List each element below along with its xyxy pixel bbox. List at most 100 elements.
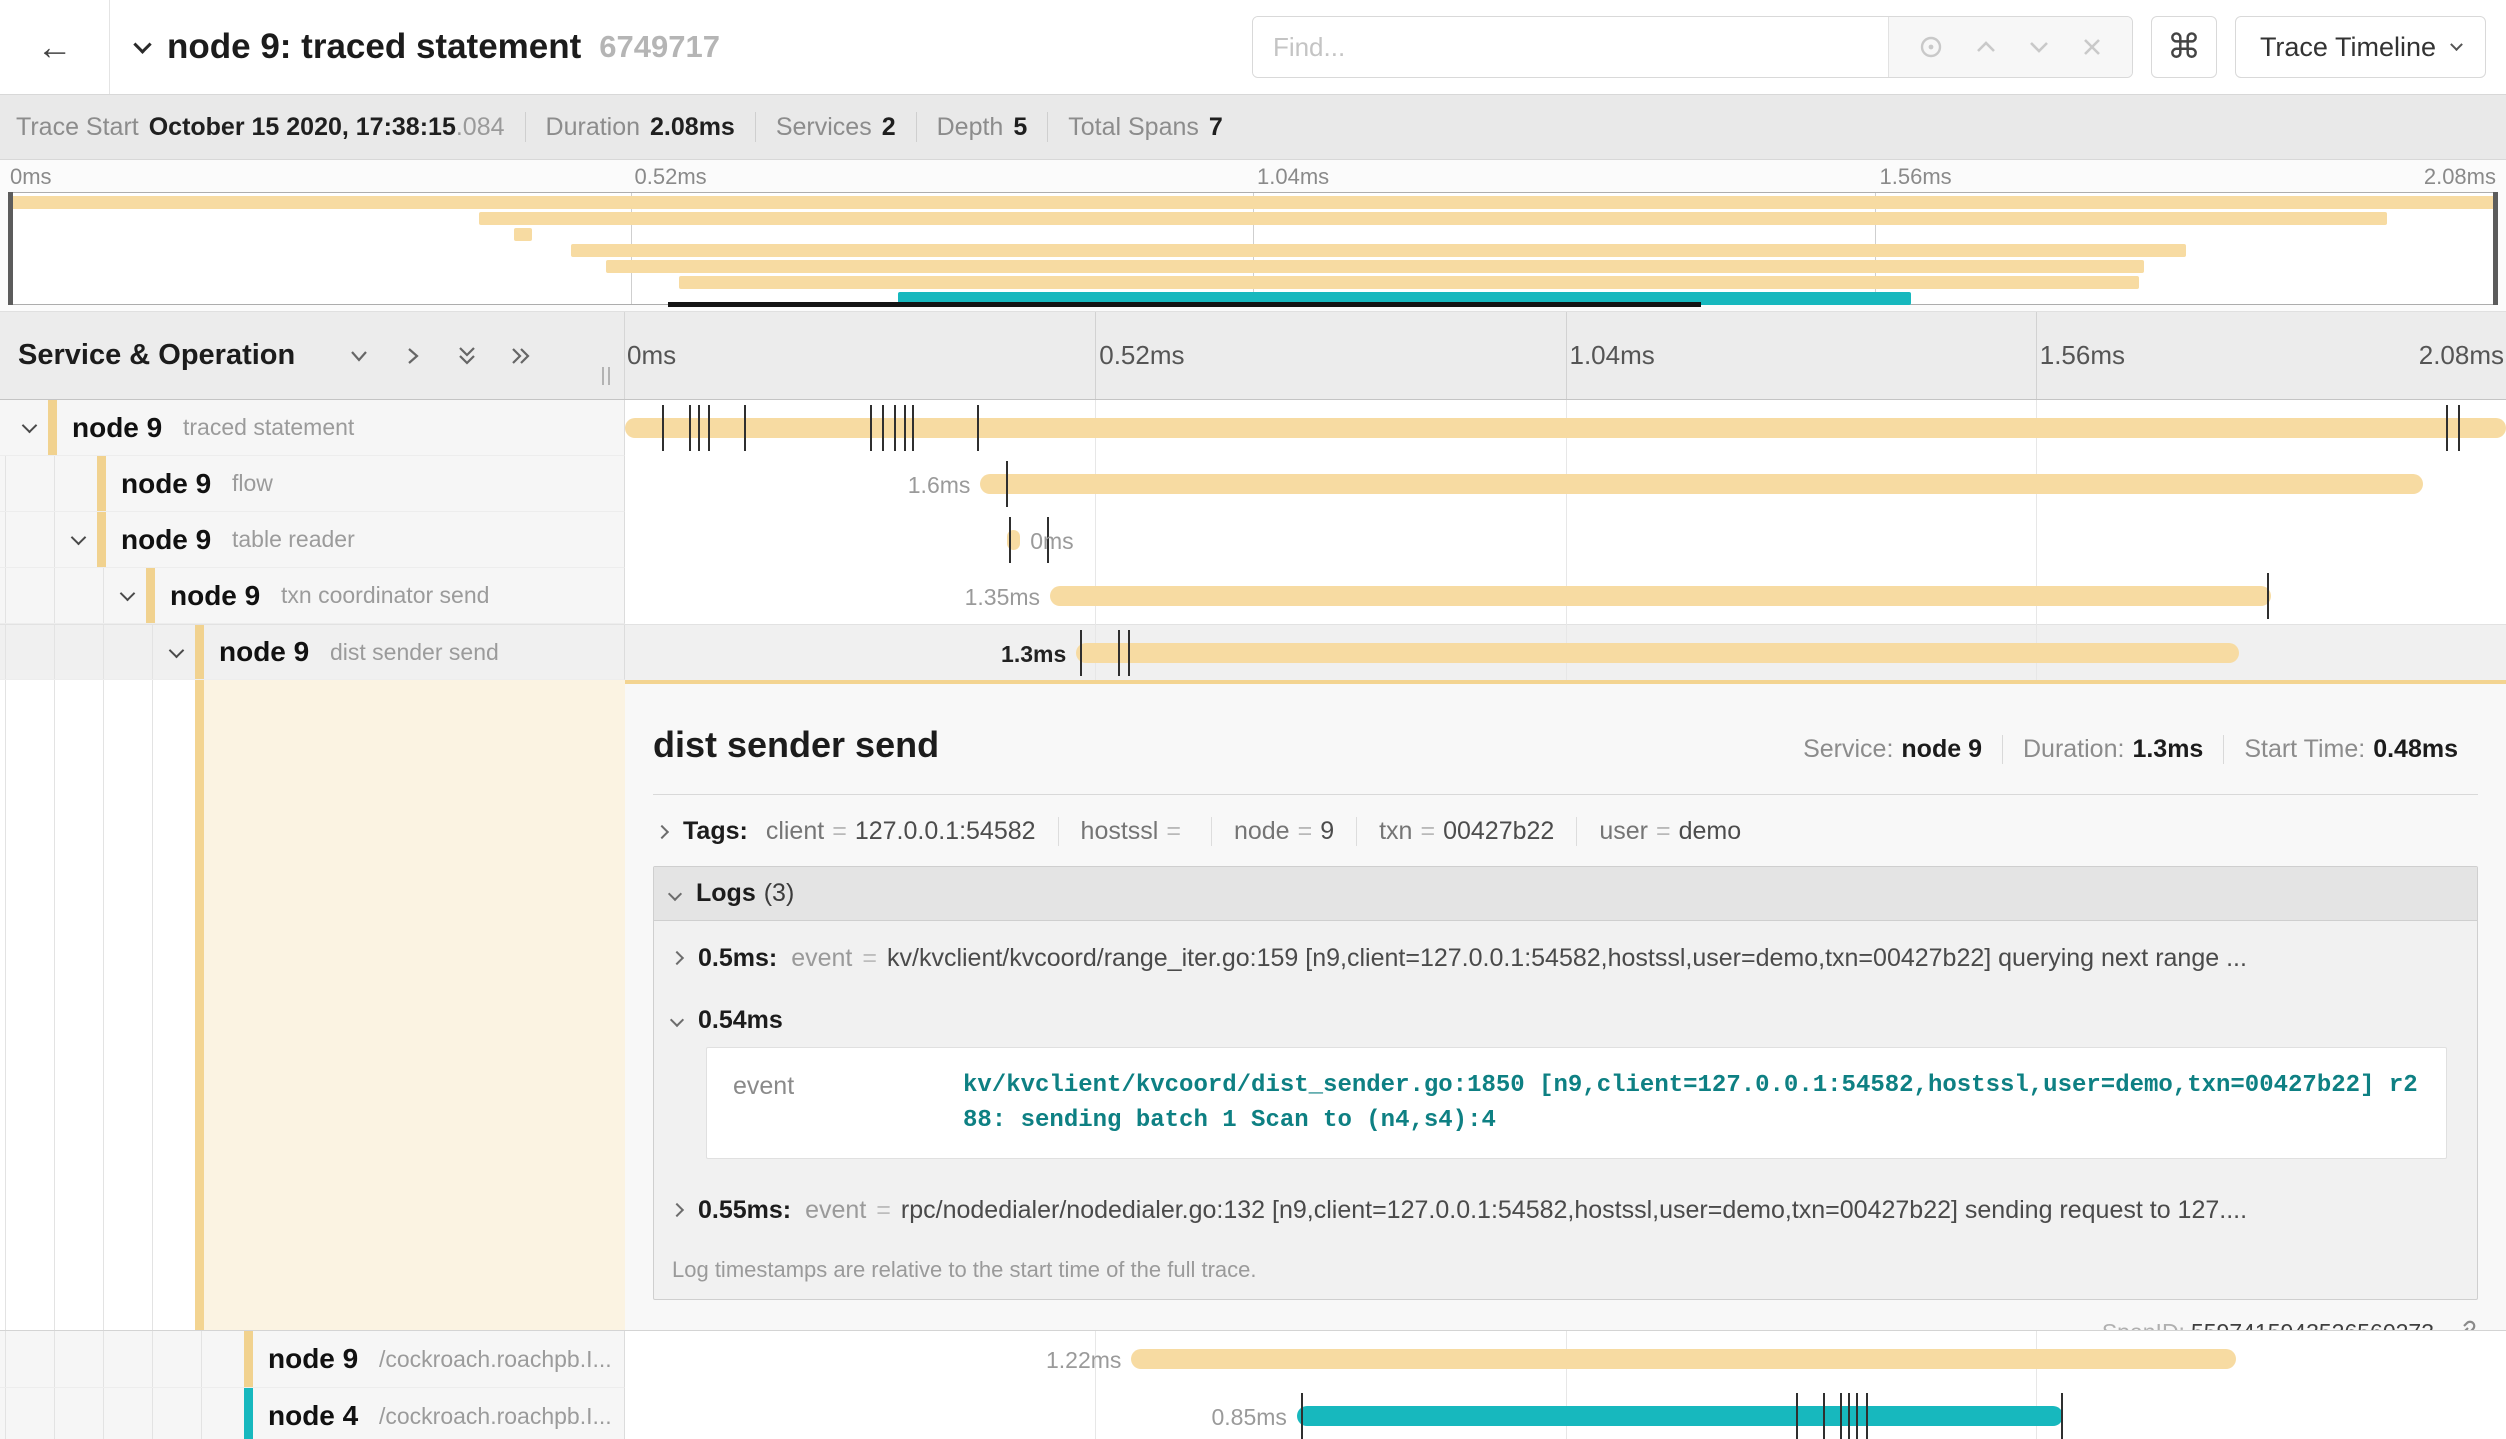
chevron-down-icon[interactable] <box>22 418 38 434</box>
total-spans-label: Total Spans <box>1068 113 1199 142</box>
span-name-cell[interactable]: node 9flow <box>0 456 625 512</box>
span-name-cell[interactable]: node 9txn coordinator send <box>0 568 625 624</box>
span-bar[interactable] <box>1297 1406 2063 1426</box>
log-marker-tick <box>1118 630 1120 676</box>
chevron-right-icon <box>670 1203 684 1217</box>
span-row[interactable]: node 9/cockroach.roachpb.I...1.22ms <box>0 1331 2506 1388</box>
tag-item[interactable]: node=9 <box>1211 817 1356 846</box>
log-entry[interactable]: 0.5ms:event=kv/kvclient/kvcoord/range_it… <box>654 921 2477 995</box>
column-resizer-grip[interactable] <box>602 367 610 385</box>
span-name-cell[interactable]: node 9dist sender send <box>0 625 625 680</box>
span-operation-name: traced statement <box>183 414 354 441</box>
chevron-down-icon[interactable] <box>169 642 185 658</box>
span-row[interactable]: node 4/cockroach.roachpb.I...0.85ms <box>0 1388 2506 1439</box>
span-timeline-cell[interactable]: 1.22ms <box>625 1331 2506 1388</box>
indent-guide <box>54 568 55 623</box>
span-row[interactable]: node 9txn coordinator send 1.35ms <box>0 568 2506 624</box>
log-marker-tick <box>698 405 700 451</box>
span-row[interactable]: node 9flow1.6ms <box>0 456 2506 512</box>
span-bar[interactable] <box>625 418 2506 438</box>
log-key-value-table: eventkv/kvclient/kvcoord/dist_sender.go:… <box>706 1047 2447 1159</box>
chevron-down-icon[interactable] <box>71 530 87 546</box>
span-timeline-cell[interactable]: 0.85ms <box>625 1388 2506 1439</box>
find-input[interactable] <box>1253 17 1888 77</box>
span-service-name: node 9 <box>170 580 260 612</box>
services-label: Services <box>776 113 872 142</box>
back-button[interactable]: ← <box>0 0 110 94</box>
span-timeline-cell[interactable]: 0ms <box>625 512 2506 568</box>
tag-item[interactable]: txn=00427b22 <box>1356 817 1576 846</box>
axis-tick: 2.08ms <box>2419 340 2504 371</box>
expand-all-icon[interactable] <box>507 342 535 370</box>
copy-link-icon[interactable] <box>2450 1318 2478 1330</box>
span-detail-meta: Service:node 9 Duration:1.3ms Start Time… <box>1783 735 2478 764</box>
trace-title-group: node 9: traced statement 6749717 <box>110 27 1252 67</box>
span-bar[interactable] <box>1076 643 2239 663</box>
logs-count: (3) <box>764 879 795 908</box>
minimap-right-drag-handle[interactable] <box>2493 192 2498 305</box>
log-marker-tick <box>1848 1393 1850 1439</box>
page-title: node 9: traced statement <box>167 27 581 67</box>
span-row[interactable]: node 9table reader0ms <box>0 512 2506 568</box>
span-row[interactable]: node 9traced statement <box>0 400 2506 456</box>
indent-guide <box>54 625 55 679</box>
span-bar[interactable] <box>980 474 2422 494</box>
log-timestamp: 0.55ms: <box>698 1196 791 1225</box>
minimap-canvas[interactable] <box>8 192 2498 305</box>
indent-guide <box>5 1388 6 1439</box>
clear-find-icon[interactable] <box>2079 34 2105 60</box>
minimap-row <box>9 243 2497 259</box>
log-marker-tick <box>1006 461 1008 507</box>
span-operation-name: /cockroach.roachpb.I... <box>379 1403 612 1430</box>
services-value: 2 <box>882 113 896 142</box>
indent-guide <box>103 1388 104 1439</box>
tags-row[interactable]: Tags: client=127.0.0.1:54582hostssl=node… <box>653 795 2478 866</box>
chevron-down-icon[interactable] <box>120 586 136 602</box>
tag-value: 127.0.0.1:54582 <box>855 817 1036 845</box>
prev-match-icon[interactable] <box>1972 33 2000 61</box>
span-bar[interactable] <box>1050 586 2271 606</box>
log-marker-tick <box>1128 630 1130 676</box>
span-row[interactable]: node 9dist sender send1.3ms <box>0 624 2506 680</box>
indent-guide <box>5 512 6 567</box>
depth-label: Depth <box>937 113 1004 142</box>
indent-guide <box>54 456 55 511</box>
logs-list: 0.5ms:event=kv/kvclient/kvcoord/range_it… <box>654 921 2477 1247</box>
span-timeline-cell[interactable]: 1.35ms <box>625 568 2506 624</box>
expand-one-icon[interactable] <box>399 342 427 370</box>
log-entry[interactable]: 0.55ms:event=rpc/nodedialer/nodedialer.g… <box>654 1173 2477 1247</box>
collapse-all-icon[interactable] <box>453 342 481 370</box>
span-duration-label: 1.35ms <box>965 584 1040 611</box>
trace-view-selector-button[interactable]: Trace Timeline <box>2235 16 2486 78</box>
span-timeline-cell[interactable] <box>625 400 2506 456</box>
span-table-header: Service & Operation 0ms 0.52ms 1.04ms 1.… <box>0 312 2506 400</box>
minimap-left-drag-handle[interactable] <box>8 192 13 305</box>
log-marker-tick <box>689 405 691 451</box>
span-name-cell[interactable]: node 9traced statement <box>0 400 625 456</box>
span-timeline-cell[interactable]: 1.3ms <box>625 625 2506 680</box>
log-field-key: event <box>791 944 852 973</box>
locate-icon[interactable] <box>1916 32 1946 62</box>
span-bar[interactable] <box>1131 1349 2235 1369</box>
collapse-one-icon[interactable] <box>345 342 373 370</box>
axis-gridline <box>2036 312 2037 399</box>
log-marker-tick <box>1796 1393 1798 1439</box>
span-name-cell[interactable]: node 9/cockroach.roachpb.I... <box>0 1331 625 1388</box>
tag-item[interactable]: client=127.0.0.1:54582 <box>766 817 1058 846</box>
keyboard-shortcuts-button[interactable]: ⌘ <box>2151 16 2217 78</box>
logs-header[interactable]: Logs (3) <box>654 867 2477 921</box>
minimap-scrubber[interactable] <box>668 302 1701 307</box>
next-match-icon[interactable] <box>2025 33 2053 61</box>
indent-guide <box>103 568 104 623</box>
span-service-name: node 9 <box>121 524 211 556</box>
span-name-cell[interactable]: node 9table reader <box>0 512 625 568</box>
log-marker-tick <box>1840 1393 1842 1439</box>
log-marker-tick <box>1009 517 1011 563</box>
log-entry-expanded-header[interactable]: 0.54ms <box>654 995 2477 1045</box>
tag-item[interactable]: user=demo <box>1576 817 1763 846</box>
collapse-trace-chevron-icon[interactable] <box>133 35 151 53</box>
tag-item[interactable]: hostssl= <box>1058 817 1211 846</box>
span-timeline-cell[interactable]: 1.6ms <box>625 456 2506 512</box>
span-name-cell[interactable]: node 4/cockroach.roachpb.I... <box>0 1388 625 1439</box>
log-marker-tick <box>1866 1393 1868 1439</box>
